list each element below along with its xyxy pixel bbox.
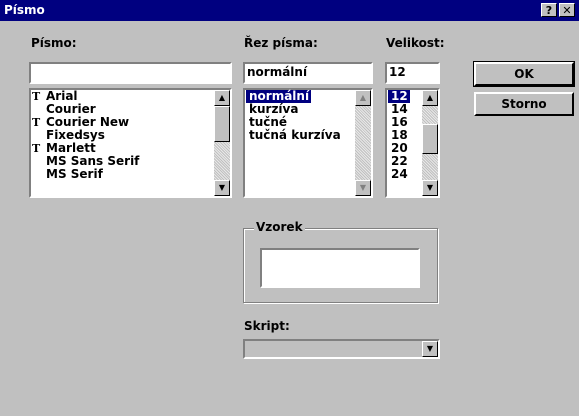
truetype-icon: T — [32, 142, 41, 155]
scroll-down-icon[interactable]: ▼ — [422, 180, 438, 196]
scroll-thumb[interactable] — [422, 124, 438, 154]
list-item-label: Marlett — [46, 141, 96, 155]
list-item-label: 24 — [391, 167, 408, 181]
list-item-label: 18 — [391, 128, 408, 142]
help-button[interactable]: ? — [541, 3, 557, 17]
size-input-value: 12 — [389, 65, 406, 79]
scroll-down-icon[interactable]: ▼ — [214, 180, 230, 196]
list-item[interactable]: MS Serif — [32, 168, 103, 181]
list-item-label: kurzíva — [249, 102, 299, 116]
window-title: Písmo — [4, 3, 45, 17]
style-input-value: normální — [247, 65, 308, 79]
list-item-label: tučné — [249, 115, 288, 129]
list-item[interactable]: tučná kurzíva — [246, 129, 341, 142]
truetype-icon: T — [32, 90, 41, 103]
sample-preview — [260, 248, 420, 288]
script-label-text: Skript: — [244, 319, 290, 333]
list-item-label: normální — [249, 89, 310, 103]
list-item-label: 20 — [391, 141, 408, 155]
list-item-label: 12 — [391, 89, 408, 103]
script-select[interactable]: ▼ — [243, 339, 440, 359]
chevron-down-icon[interactable]: ▼ — [422, 341, 438, 357]
font-listbox[interactable]: T Arial Courier T Courier New Fixedsys T Marlet… — [29, 88, 232, 198]
sample-groupbox — [243, 228, 438, 303]
list-item-label: tučná kurzíva — [249, 128, 341, 142]
style-listbox[interactable]: normální kurzíva tučné tučná kurzíva ▲ ▼ — [243, 88, 373, 198]
list-item-label: Courier — [46, 102, 96, 116]
size-input[interactable]: 12 — [385, 62, 440, 84]
font-input[interactable] — [29, 62, 232, 84]
list-item-label: 22 — [391, 154, 408, 168]
size-label: Velikost: — [386, 36, 445, 50]
scroll-up-icon[interactable]: ▲ — [214, 90, 230, 106]
size-label-text: Velikost: — [386, 36, 445, 50]
list-item-label: 14 — [391, 102, 408, 116]
list-item-label: MS Sans Serif — [46, 154, 140, 168]
title-bar[interactable]: Písmo ? ✕ — [0, 0, 579, 21]
list-item-label: Arial — [46, 89, 78, 103]
cancel-button[interactable]: Storno — [474, 92, 574, 116]
script-label: Skript: — [244, 319, 290, 333]
list-item-label: 16 — [391, 115, 408, 129]
style-label-text: Řez písma: — [244, 36, 318, 50]
sample-label: Vzorek — [254, 220, 305, 234]
font-label: Písmo: — [31, 36, 77, 50]
font-scrollbar[interactable]: ▲ ▼ — [214, 90, 230, 196]
truetype-icon: T — [32, 116, 41, 129]
list-item-label: Fixedsys — [46, 128, 105, 142]
size-scrollbar[interactable]: ▲ ▼ — [422, 90, 438, 196]
style-input[interactable]: normální — [243, 62, 373, 84]
style-label: Řez písma: — [244, 36, 318, 50]
scroll-thumb[interactable] — [214, 106, 230, 142]
list-item-label: MS Serif — [46, 167, 103, 181]
scroll-up-icon[interactable]: ▲ — [422, 90, 438, 106]
ok-button[interactable]: OK — [473, 61, 575, 87]
list-item-label: Courier New — [46, 115, 130, 129]
font-label-text: Písmo: — [31, 36, 77, 50]
style-scrollbar[interactable]: ▲ ▼ — [355, 90, 371, 196]
close-button[interactable]: ✕ — [559, 3, 575, 17]
list-item[interactable]: 24 — [388, 168, 408, 181]
scroll-up-icon[interactable]: ▲ — [355, 90, 371, 106]
scroll-down-icon[interactable]: ▼ — [355, 180, 371, 196]
size-listbox[interactable]: 12 14 16 18 20 22 24 ▲ ▼ — [385, 88, 440, 198]
